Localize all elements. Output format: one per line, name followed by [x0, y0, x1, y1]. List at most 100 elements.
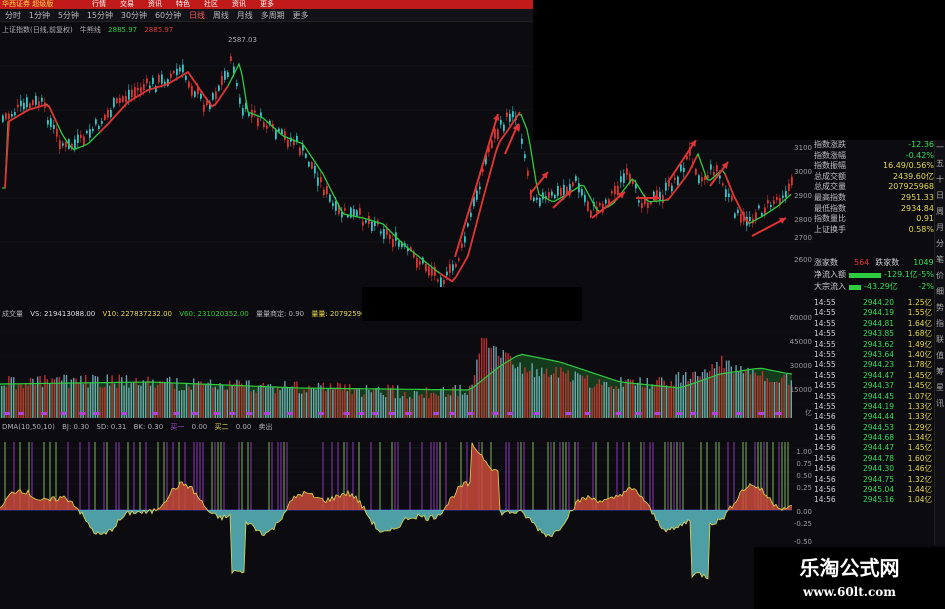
- menu-item-0[interactable]: 行情: [92, 0, 106, 9]
- period-tab-30min[interactable]: 30分钟: [121, 11, 147, 20]
- volume-bar: [397, 385, 399, 418]
- volume-chart[interactable]: [0, 318, 814, 420]
- volume-bar: [579, 374, 581, 418]
- side-toolbar-button[interactable]: 周: [935, 204, 945, 220]
- volume-bar: [610, 386, 612, 418]
- volume-bar: [32, 378, 34, 418]
- candle-body: [152, 77, 154, 84]
- period-tab-60min[interactable]: 60分钟: [155, 11, 181, 20]
- candle-body: [5, 113, 7, 120]
- side-toolbar-button[interactable]: 分: [935, 236, 945, 252]
- volume-y-tick: 30000: [789, 362, 812, 370]
- candle-body: [758, 205, 760, 209]
- volume-bar: [716, 361, 718, 418]
- side-toolbar-button[interactable]: 讯: [935, 396, 945, 412]
- side-toolbar-button[interactable]: 势: [935, 300, 945, 316]
- volume-bar: [418, 395, 420, 418]
- side-toolbar-button[interactable]: 值: [935, 348, 945, 364]
- tick-row: 14:55 2944.45 1.07亿: [814, 392, 932, 402]
- tick-row: 14:56 2944.75 1.32亿: [814, 475, 932, 485]
- period-tab-weekly[interactable]: 周线: [213, 11, 229, 20]
- period-tab-15min[interactable]: 15分钟: [87, 11, 113, 20]
- tick-time: 14:55: [814, 401, 836, 411]
- period-tab-monthly[interactable]: 月线: [237, 11, 253, 20]
- main-y-tick: 2700: [794, 234, 812, 242]
- candle-body: [731, 195, 733, 201]
- side-toolbar-button[interactable]: 筹: [935, 364, 945, 380]
- volume-bar: [555, 367, 557, 418]
- tick-row: 14:55 2944.47 1.45亿: [814, 371, 932, 381]
- tick-price: 2944.37: [862, 381, 894, 391]
- stat-row: 指数涨幅 -0.42%: [814, 151, 934, 162]
- side-toolbar-button[interactable]: 价: [935, 268, 945, 284]
- menu-item-6[interactable]: 更多: [260, 0, 274, 9]
- candle-body: [584, 194, 586, 203]
- side-toolbar-button[interactable]: 星: [935, 380, 945, 396]
- flow-pct: -2%: [918, 282, 934, 291]
- flow-bar: [849, 284, 861, 290]
- stat-value: 0.91: [916, 214, 934, 224]
- candle-body: [554, 195, 556, 199]
- candle-body: [512, 111, 514, 118]
- tick-row: 14:56 2944.78 1.60亿: [814, 454, 932, 464]
- side-toolbar-button[interactable]: 日: [935, 188, 945, 204]
- candle-body: [419, 261, 421, 265]
- title-bar: 华西证券 超级版 行情 交易 资讯 特色 社区 资讯 更多: [0, 0, 533, 9]
- volume-bar: [423, 397, 425, 418]
- volume-bar: [509, 355, 512, 418]
- candle-body: [725, 189, 727, 197]
- volume-marker: [533, 412, 540, 415]
- side-toolbar-button[interactable]: 笔: [935, 252, 945, 268]
- volume-bar: [205, 383, 207, 418]
- side-toolbar-button[interactable]: 五: [935, 156, 945, 172]
- menu-item-5[interactable]: 资讯: [232, 0, 246, 9]
- period-tab-multi[interactable]: 多周期: [261, 11, 285, 20]
- volume-bar: [481, 337, 483, 418]
- volume-bar: [745, 370, 747, 418]
- indicator-chart[interactable]: [0, 430, 814, 609]
- candle-body: [617, 186, 619, 196]
- period-tab-1min[interactable]: 1分钟: [29, 11, 50, 20]
- tick-time: 14:55: [814, 381, 836, 391]
- tick-volume: 1.34亿: [907, 433, 932, 443]
- volume-bar: [44, 375, 46, 418]
- tick-time: 14:55: [814, 391, 836, 401]
- candle-body: [599, 203, 601, 206]
- side-toolbar-button[interactable]: 十: [935, 172, 945, 188]
- volume-bar: [543, 373, 545, 418]
- menu-item-4[interactable]: 社区: [204, 0, 218, 9]
- candle-body: [158, 75, 160, 83]
- candle-body: [380, 231, 382, 234]
- side-toolbar-button[interactable]: 指: [935, 316, 945, 332]
- period-tab-5min[interactable]: 5分钟: [58, 11, 79, 20]
- side-toolbar-button[interactable]: 月: [935, 220, 945, 236]
- volume-bar: [99, 386, 101, 418]
- menu-item-2[interactable]: 资讯: [148, 0, 162, 9]
- menu-item-1[interactable]: 交易: [120, 0, 134, 9]
- period-tab-more[interactable]: 更多: [293, 11, 309, 20]
- side-toolbar-button[interactable]: 细: [935, 284, 945, 300]
- candle-body: [734, 213, 736, 218]
- tick-time: 14:56: [814, 412, 836, 422]
- volume-bar: [507, 353, 509, 418]
- volume-bar: [116, 388, 118, 418]
- volume-bar: [430, 393, 432, 418]
- volume-bar: [164, 382, 166, 418]
- side-toolbar-button[interactable]: 一: [935, 140, 945, 156]
- tick-list[interactable]: 14:55 2944.20 1.25亿 14:55 2944.19 1.55亿 14:55 2…: [814, 298, 932, 506]
- candle-body: [491, 140, 493, 148]
- candle-body: [539, 198, 541, 207]
- volume-bar: [202, 383, 204, 418]
- volume-marker: [287, 412, 294, 415]
- candle-body: [41, 97, 43, 102]
- candle-body: [299, 147, 301, 156]
- volume-bar: [485, 338, 488, 418]
- side-toolbar-button[interactable]: 联: [935, 332, 945, 348]
- flow-row: 净流入额 -129.1亿 -5%: [814, 269, 934, 281]
- candle-body: [440, 277, 442, 288]
- period-tab-daily[interactable]: 日线: [189, 11, 205, 20]
- period-tab-fenshi[interactable]: 分时: [5, 11, 21, 20]
- volume-marker: [93, 412, 100, 415]
- indicator-y-tick: 0.75: [796, 460, 812, 468]
- menu-item-3[interactable]: 特色: [176, 0, 190, 9]
